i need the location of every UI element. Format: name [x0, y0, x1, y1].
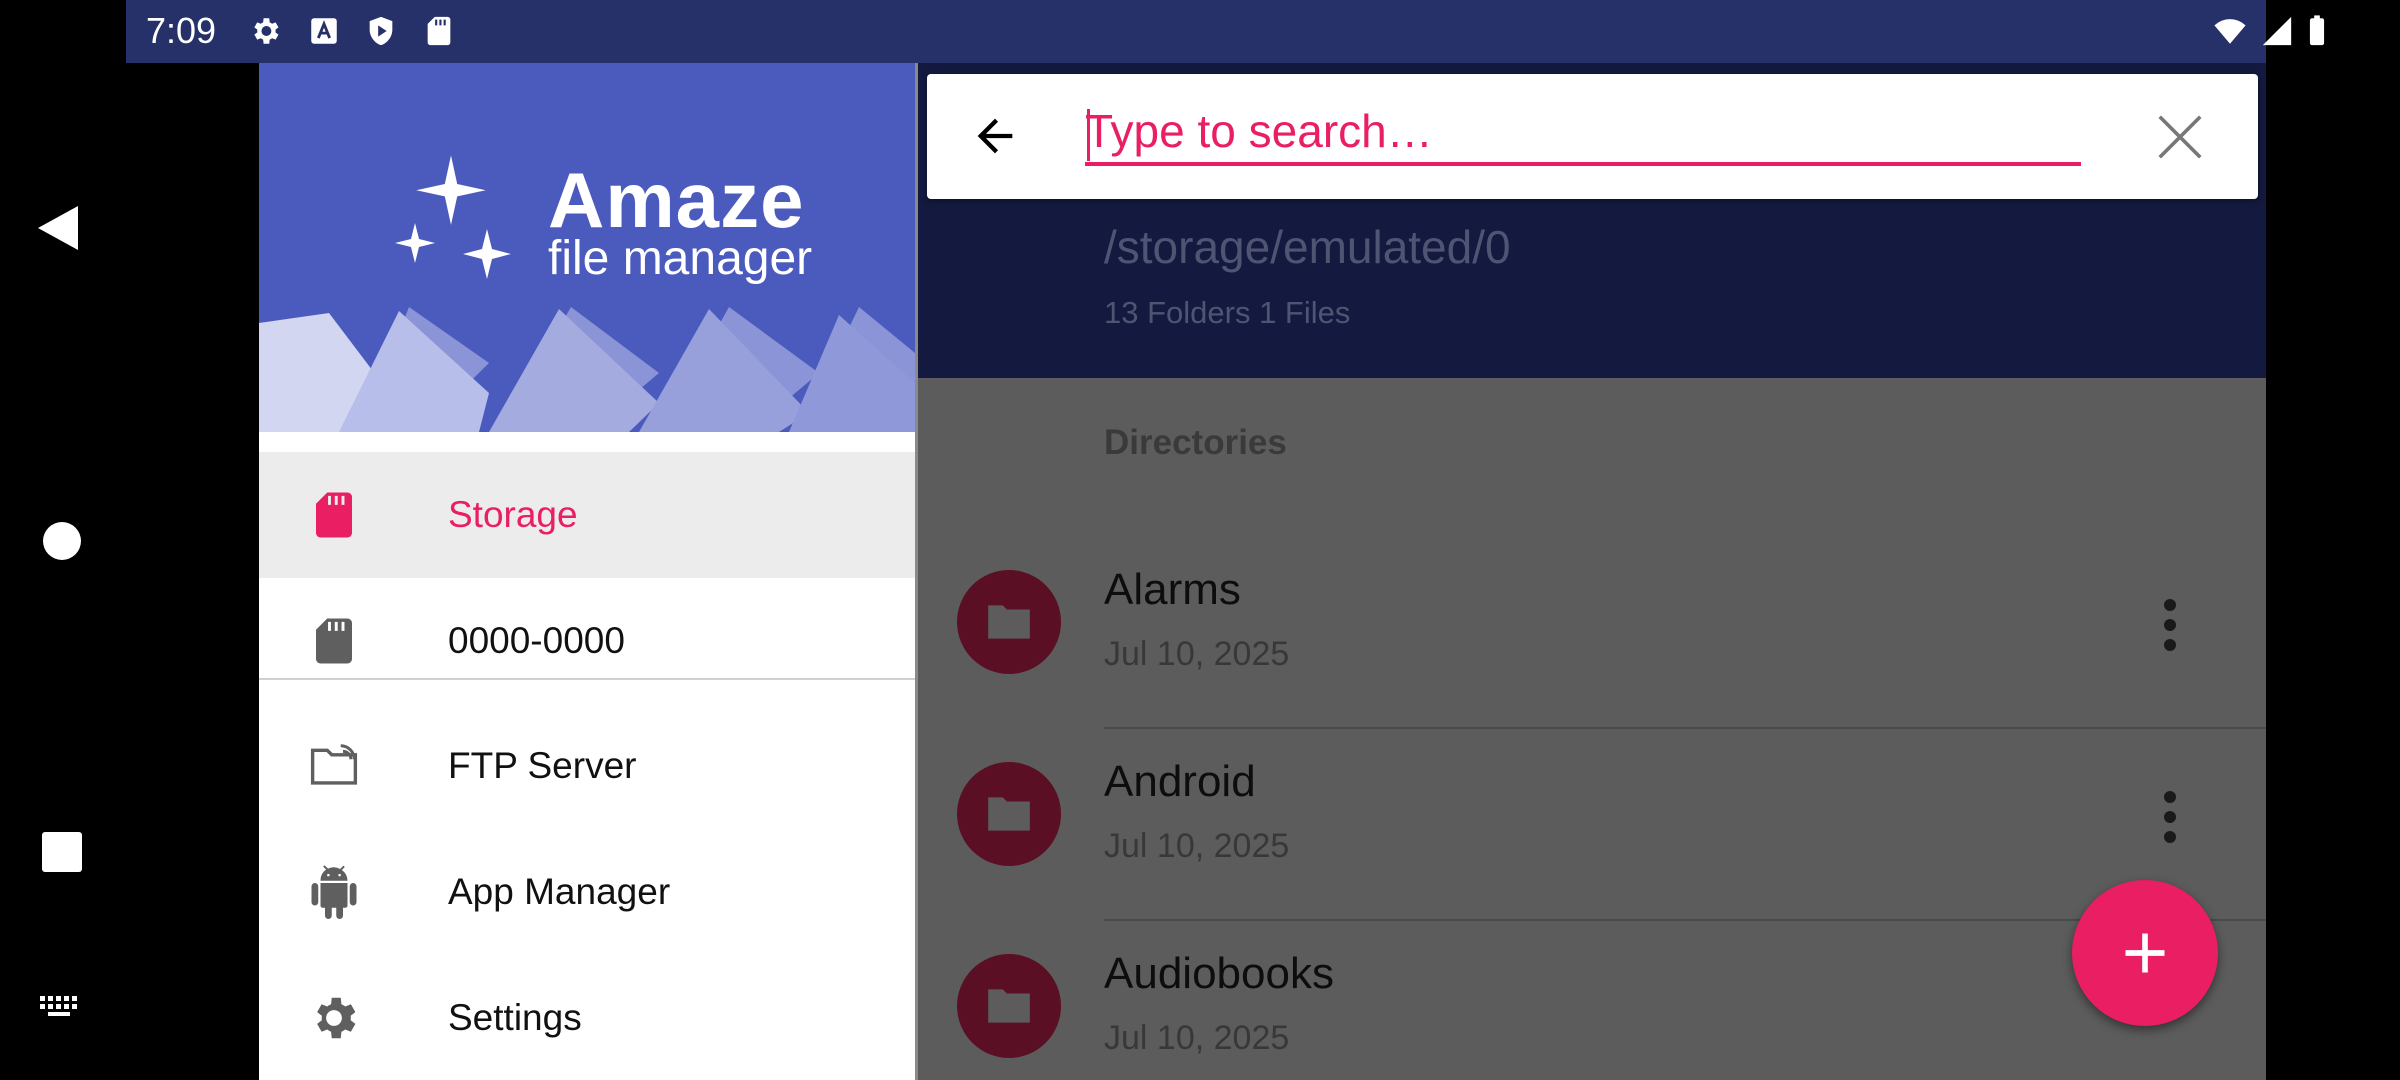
keyboard-nav-icon[interactable] [36, 994, 82, 1020]
search-input[interactable] [1085, 100, 2081, 166]
folder-icon [957, 762, 1061, 866]
drawer-item-app-manager[interactable]: App Manager [259, 829, 915, 955]
navigation-drawer: Amaze file manager Storage 0000-0000 FTP… [259, 63, 918, 1080]
drawer-item-label: FTP Server [448, 745, 637, 786]
settings-notification-icon [254, 18, 279, 44]
list-item[interactable]: Alarms Jul 10, 2025 [918, 537, 2266, 729]
sd-card-icon [316, 618, 352, 664]
list-item[interactable]: Android Jul 10, 2025 [918, 729, 2266, 921]
drawer-header: Amaze file manager [259, 63, 915, 432]
drawer-item-label: 0000-0000 [448, 620, 625, 661]
item-date: Jul 10, 2025 [1104, 827, 1290, 865]
section-label-directories: Directories [1104, 423, 1287, 462]
drawer-item-storage[interactable]: Storage [259, 452, 915, 578]
drawer-item-label: App Manager [448, 871, 671, 912]
list-item[interactable]: Audiobooks Jul 10, 2025 [918, 921, 2266, 1080]
item-name: Alarms [1104, 565, 1241, 614]
item-name: Audiobooks [1104, 949, 1334, 998]
close-icon[interactable] [2153, 110, 2207, 164]
battery-icon [2309, 15, 2325, 46]
item-name: Android [1104, 757, 1256, 806]
a-box-notification-icon [311, 18, 337, 44]
home-nav-icon[interactable] [36, 520, 82, 566]
item-date: Jul 10, 2025 [1104, 1019, 1290, 1057]
back-nav-icon[interactable] [36, 204, 82, 252]
ftp-folder-icon [310, 744, 358, 785]
file-browser: /storage/emulated/0 13 Folders 1 Files D… [918, 63, 2266, 1080]
shield-play-notification-icon [369, 16, 393, 46]
drawer-item-label: Settings [448, 997, 582, 1038]
gear-icon [317, 997, 356, 1039]
more-vert-icon[interactable] [2158, 595, 2182, 655]
folder-icon [957, 570, 1061, 674]
more-vert-icon[interactable] [2158, 787, 2182, 847]
folder-icon [957, 954, 1061, 1058]
status-time: 7:09 [146, 10, 217, 51]
status-bar: 7:09 [0, 0, 2325, 63]
logo-subtitle: file manager [548, 232, 813, 285]
sd-card-notification-icon [427, 16, 451, 46]
arrow-back-icon[interactable] [969, 110, 1021, 162]
add-fab-button[interactable] [2072, 880, 2218, 1026]
android-icon [311, 865, 357, 919]
sd-card-icon [316, 492, 352, 538]
navigation-bar [0, 0, 126, 1080]
drawer-item-settings[interactable]: Settings [259, 955, 915, 1080]
plus-icon [2125, 933, 2165, 973]
item-date: Jul 10, 2025 [1104, 635, 1290, 673]
text-caret [1087, 109, 1090, 161]
wifi-icon [2214, 19, 2246, 44]
drawer-divider [259, 678, 915, 680]
search-bar [927, 74, 2258, 199]
drawer-item-sd-card[interactable]: 0000-0000 [259, 578, 915, 704]
amaze-logo-icon [395, 155, 511, 279]
folder-summary: 13 Folders 1 Files [1104, 295, 1351, 330]
signal-icon [2262, 16, 2292, 46]
recents-nav-icon[interactable] [36, 830, 82, 876]
drawer-item-ftp-server[interactable]: FTP Server [259, 703, 915, 829]
screen-edge [126, 63, 259, 1080]
current-path: /storage/emulated/0 [1104, 221, 1511, 273]
drawer-item-label: Storage [448, 494, 578, 535]
